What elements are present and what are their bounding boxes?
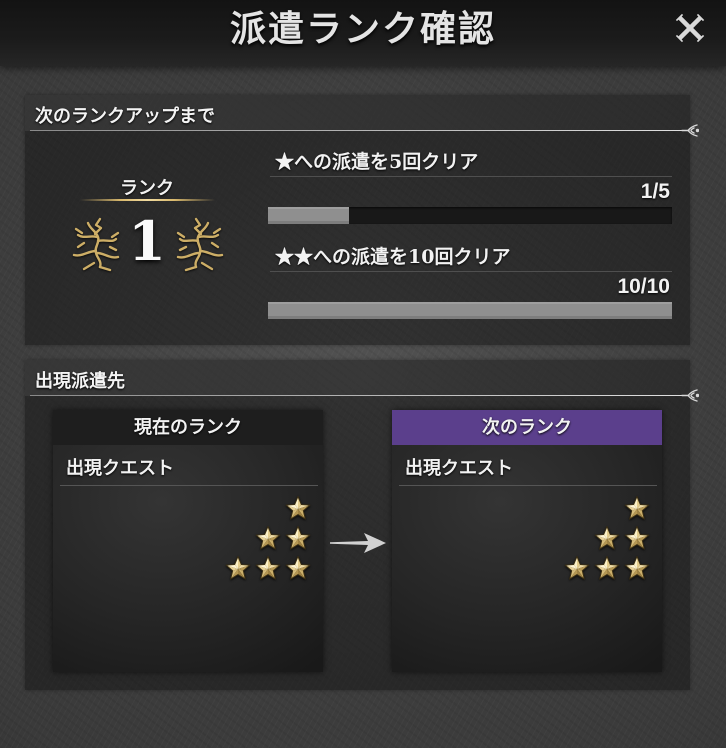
- star-icon: [594, 556, 620, 582]
- card-divider: [399, 485, 657, 486]
- star-icon: [285, 496, 311, 522]
- card-divider: [60, 485, 318, 486]
- star-icon: [255, 556, 281, 582]
- progress-bar: [268, 302, 672, 319]
- star-icon: [564, 556, 590, 582]
- gold-divider: [80, 199, 215, 201]
- star-row: [191, 494, 311, 524]
- star-icon: [594, 526, 620, 552]
- dispatch-destinations-panel: 出現派遣先 現在のランク 出現クエスト 次のランク 出現クエスト: [25, 360, 699, 690]
- panel-header: 次のランクアップまで: [25, 95, 690, 131]
- star-icon: [624, 526, 650, 552]
- star-row: [191, 554, 311, 584]
- rankup-panel-title: 次のランクアップまで: [35, 106, 215, 127]
- leaf-ornament-icon: [681, 389, 699, 402]
- leaf-ornament-icon: [681, 124, 699, 137]
- close-icon: [675, 13, 705, 43]
- rankup-condition-count: 10/10: [617, 275, 670, 298]
- quest-star-levels: [530, 494, 650, 584]
- quest-star-levels: [191, 494, 311, 584]
- title-bar: 派遣ランク確認: [0, 0, 726, 66]
- header-divider: [30, 395, 682, 396]
- panel-header: 出現派遣先: [25, 360, 690, 396]
- star-row: [530, 554, 650, 584]
- star-icon: [285, 556, 311, 582]
- next-rank-card: 次のランク 出現クエスト: [392, 410, 662, 672]
- close-button[interactable]: [674, 12, 706, 44]
- current-rank-header: 現在のランク: [53, 410, 323, 445]
- rankup-condition-label: ★への派遣を5回クリア: [275, 151, 479, 173]
- rank-emblem-icon: [170, 213, 230, 273]
- dispatch-destinations-title: 出現派遣先: [35, 371, 125, 392]
- current-rank-card: 現在のランク 出現クエスト: [53, 410, 323, 672]
- star-row: [530, 524, 650, 554]
- star-icon: [225, 556, 251, 582]
- star-icon: [624, 556, 650, 582]
- star-icon: [255, 526, 281, 552]
- quest-subheader: 出現クエスト: [405, 458, 513, 479]
- progress-bar-fill: [268, 302, 672, 319]
- quest-subheader: 出現クエスト: [66, 458, 174, 479]
- rank-label: ランク: [120, 178, 174, 199]
- progress-bar: [268, 207, 672, 224]
- star-icon: [624, 496, 650, 522]
- header-divider: [30, 130, 682, 131]
- rankup-panel: 次のランクアップまで ランク 1 ★への派遣を5回クリア 1/5 ★★への派遣を…: [25, 95, 699, 345]
- rank-value: 1: [128, 209, 166, 273]
- star-icon: [285, 526, 311, 552]
- star-row: [191, 524, 311, 554]
- progress-bar-fill: [268, 207, 349, 224]
- star-row: [530, 494, 650, 524]
- arrow-right-icon: [328, 530, 388, 556]
- rankup-condition-label: ★★への派遣を10回クリア: [275, 246, 511, 268]
- condition-divider: [270, 271, 672, 272]
- condition-divider: [270, 176, 672, 177]
- next-rank-header: 次のランク: [392, 410, 662, 445]
- dialog-title: 派遣ランク確認: [229, 8, 496, 50]
- rankup-condition-count: 1/5: [640, 180, 670, 203]
